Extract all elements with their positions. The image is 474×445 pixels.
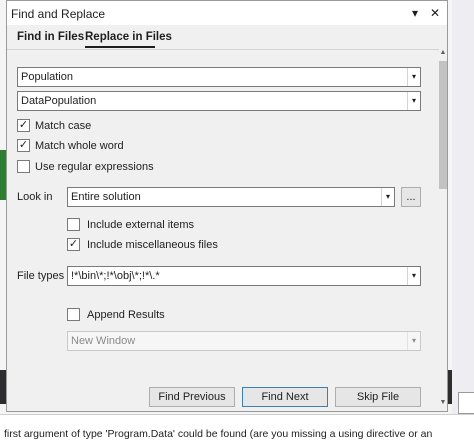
look-in-value: Entire solution xyxy=(71,191,141,203)
result-window-combo: New Window ▾ xyxy=(67,331,421,351)
browse-folders-button[interactable]: ... xyxy=(401,187,421,207)
match-whole-word-label: Match whole word xyxy=(35,140,124,152)
use-regex-label: Use regular expressions xyxy=(35,161,154,173)
look-in-combo[interactable]: Entire solution ▾ xyxy=(67,187,395,207)
window-menu-dropdown-icon[interactable]: ▾ xyxy=(407,5,423,21)
append-results-label: Append Results xyxy=(87,309,165,321)
dialog-scrollbar[interactable]: ▲ ▼ xyxy=(439,49,447,409)
include-external-checkbox[interactable] xyxy=(67,218,80,231)
append-results-checkbox[interactable] xyxy=(67,308,80,321)
scroll-up-icon[interactable]: ▲ xyxy=(439,49,447,57)
file-types-label: File types xyxy=(17,270,65,282)
scrollbar-thumb[interactable] xyxy=(439,61,447,189)
use-regex-checkbox[interactable] xyxy=(17,160,30,173)
error-message-text: first argument of type 'Program.Data' co… xyxy=(4,428,433,440)
match-whole-word-checkbox[interactable]: ✓ xyxy=(17,139,30,152)
file-types-combo[interactable]: !*\bin\*;!*\obj\*;!*\.* ▾ xyxy=(67,266,421,286)
skip-file-button[interactable]: Skip File xyxy=(335,387,421,407)
find-what-combo[interactable]: Population ▾ xyxy=(17,67,421,87)
close-icon[interactable]: ✕ xyxy=(427,5,443,21)
dialog-title: Find and Replace xyxy=(11,7,106,21)
tab-bar: Find in Files Replace in Files xyxy=(7,25,447,50)
tab-replace-in-files[interactable]: Replace in Files xyxy=(85,31,172,43)
file-types-value: !*\bin\*;!*\obj\*;!*\.* xyxy=(71,270,160,282)
find-what-value: Population xyxy=(21,71,73,83)
replace-with-value: DataPopulation xyxy=(21,95,97,107)
ide-right-panel xyxy=(452,0,474,414)
include-misc-checkbox[interactable]: ✓ xyxy=(67,238,80,251)
replace-with-combo[interactable]: DataPopulation ▾ xyxy=(17,91,421,111)
match-case-label: Match case xyxy=(35,120,92,132)
chevron-down-icon[interactable]: ▾ xyxy=(407,68,420,86)
chevron-down-icon[interactable]: ▾ xyxy=(407,267,420,285)
tab-find-in-files[interactable]: Find in Files xyxy=(17,31,84,43)
ide-right-field xyxy=(458,392,474,414)
chevron-down-icon: ▾ xyxy=(407,332,420,350)
find-previous-button[interactable]: Find Previous xyxy=(149,387,235,407)
result-window-value: New Window xyxy=(71,335,136,347)
title-bar[interactable]: Find and Replace ▾ ✕ xyxy=(7,1,447,25)
find-replace-dialog: Find and Replace ▾ ✕ Find in Files Repla… xyxy=(6,0,448,412)
match-case-checkbox[interactable]: ✓ xyxy=(17,119,30,132)
active-tab-indicator xyxy=(85,46,155,48)
chevron-down-icon[interactable]: ▾ xyxy=(381,188,394,206)
include-external-label: Include external items xyxy=(87,219,194,231)
find-next-button[interactable]: Find Next xyxy=(242,387,328,407)
chevron-down-icon[interactable]: ▾ xyxy=(407,92,420,110)
look-in-label: Look in xyxy=(17,191,53,203)
include-misc-label: Include miscellaneous files xyxy=(87,239,218,251)
scroll-down-icon[interactable]: ▼ xyxy=(439,399,447,407)
